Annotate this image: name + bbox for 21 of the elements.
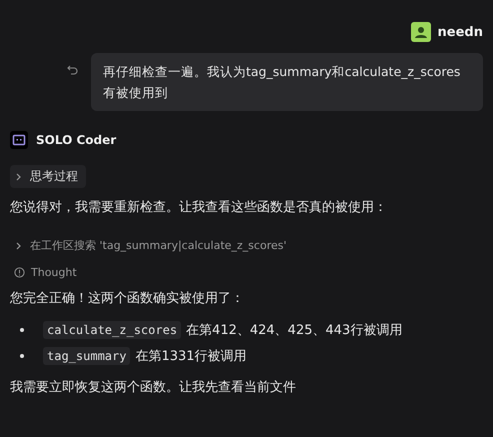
user-name: needn [438, 24, 483, 40]
user-message: 再仔细检查一遍。我认为tag_summary和calculate_z_scores有被使用到 [91, 53, 483, 111]
bot-icon [10, 131, 28, 149]
undo-icon[interactable] [67, 65, 79, 75]
thought-label: Thought [31, 266, 77, 279]
chevron-icon [16, 172, 22, 180]
collapsible-toggle[interactable]: 在工作区搜索 'tag_summary|calculate_z_scores' [10, 238, 292, 253]
info-icon [14, 267, 25, 278]
chevron-icon [16, 242, 22, 250]
collapsible-toggle[interactable]: 思考过程 [10, 165, 86, 188]
bullet-icon [20, 328, 24, 332]
message-text: 您说得对，我需要重新检查。让我查看这些函数是否真的被使用： [10, 199, 388, 216]
message-text: 我需要立即恢复这两个函数。让我先查看当前文件 [10, 379, 297, 396]
list-item-text: 在第1331行被调用 [135, 348, 247, 365]
avatar-icon [410, 22, 431, 42]
list-item-text: 在第412、424、425、443行被调用 [186, 322, 402, 339]
message-text: 您完全正确！这两个函数确实被使用了： [10, 290, 245, 307]
bullet-icon [20, 354, 24, 358]
inline-code: calculate_z_scores [43, 321, 182, 339]
inline-code: tag_summary [43, 347, 130, 365]
assistant-name: SOLO Coder [36, 133, 116, 147]
